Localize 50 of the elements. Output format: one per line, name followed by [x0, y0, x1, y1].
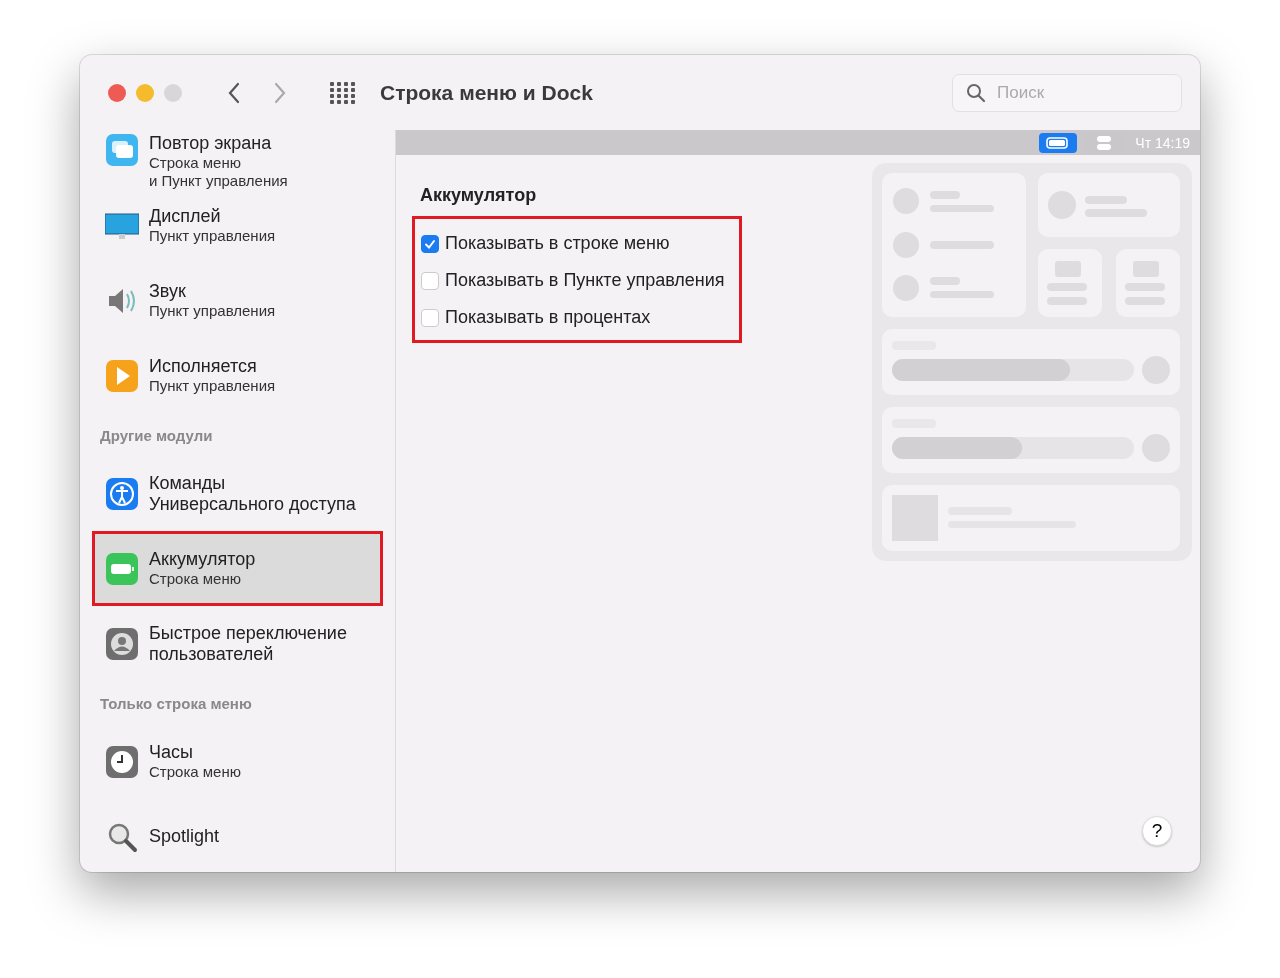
item-title: Spotlight [149, 826, 220, 847]
section-heading: Только строка меню [99, 694, 253, 714]
search-field[interactable]: Поиск [952, 73, 1182, 112]
item-subtitle: Пункт управления [149, 227, 276, 245]
item-subtitle: Строка меню и Пункт управления [149, 154, 288, 190]
user-icon [105, 626, 139, 661]
checkbox[interactable] [421, 308, 439, 327]
accessibility-icon [105, 476, 139, 511]
help-button[interactable]: ? [1142, 816, 1172, 846]
forward-icon[interactable] [272, 80, 288, 105]
item-title: Аккумулятор [149, 549, 256, 570]
checkbox[interactable] [421, 234, 439, 253]
sidebar-item[interactable]: Spotlight [92, 799, 383, 872]
sidebar-item[interactable]: Команды Универсального доступа [92, 456, 383, 531]
battery-icon [105, 551, 139, 586]
sidebar-item[interactable]: Быстрое переключение пользователей [92, 606, 383, 681]
checkmark-icon [424, 237, 436, 250]
minimize-button[interactable] [136, 83, 154, 102]
item-subtitle: Пункт управления [149, 377, 276, 395]
sidebar-item[interactable]: Дисплей Пункт управления [92, 188, 383, 263]
item-title: Быстрое переключение пользователей [149, 622, 347, 665]
section-title: Аккумулятор [420, 185, 538, 206]
item-title: Звук [149, 281, 187, 302]
zoom-button[interactable] [164, 83, 182, 102]
sidebar-item[interactable]: Часы Строка меню [92, 724, 383, 799]
item-subtitle: Строка меню [149, 763, 241, 781]
item-title: Часы [149, 742, 194, 763]
checkbox[interactable] [421, 271, 439, 290]
back-icon[interactable] [226, 80, 242, 105]
item-title: Дисплей [149, 206, 222, 227]
checkbox-label: Показывать в строке меню [445, 233, 670, 254]
close-button[interactable] [108, 83, 126, 102]
clock-icon [105, 744, 139, 779]
checkbox-label: Показывать в Пункте управления [445, 270, 725, 291]
item-title: Повтор экрана [149, 133, 273, 154]
window-title: Строка меню и Dock [380, 80, 593, 105]
screens-icon [105, 133, 139, 167]
checkbox-label: Показывать в процентах [445, 307, 651, 328]
item-title: Команды Универсального доступа [149, 472, 356, 515]
section-heading: Другие модули [99, 426, 214, 446]
sidebar-item[interactable]: Повтор экрана Строка меню и Пункт управления [92, 130, 383, 188]
play-icon [105, 358, 139, 393]
sidebar-item[interactable]: Исполняется Пункт управления [92, 338, 383, 413]
sidebar-item[interactable]: Звук Пункт управления [92, 263, 383, 338]
grid-icon[interactable] [330, 81, 356, 104]
sidebar-item[interactable]: Аккумулятор Строка меню [92, 531, 383, 606]
battery-icon [1039, 132, 1078, 153]
item-subtitle: Пункт управления [149, 302, 276, 320]
item-subtitle: Строка меню [149, 570, 242, 588]
item-title: Исполняется [149, 356, 258, 377]
